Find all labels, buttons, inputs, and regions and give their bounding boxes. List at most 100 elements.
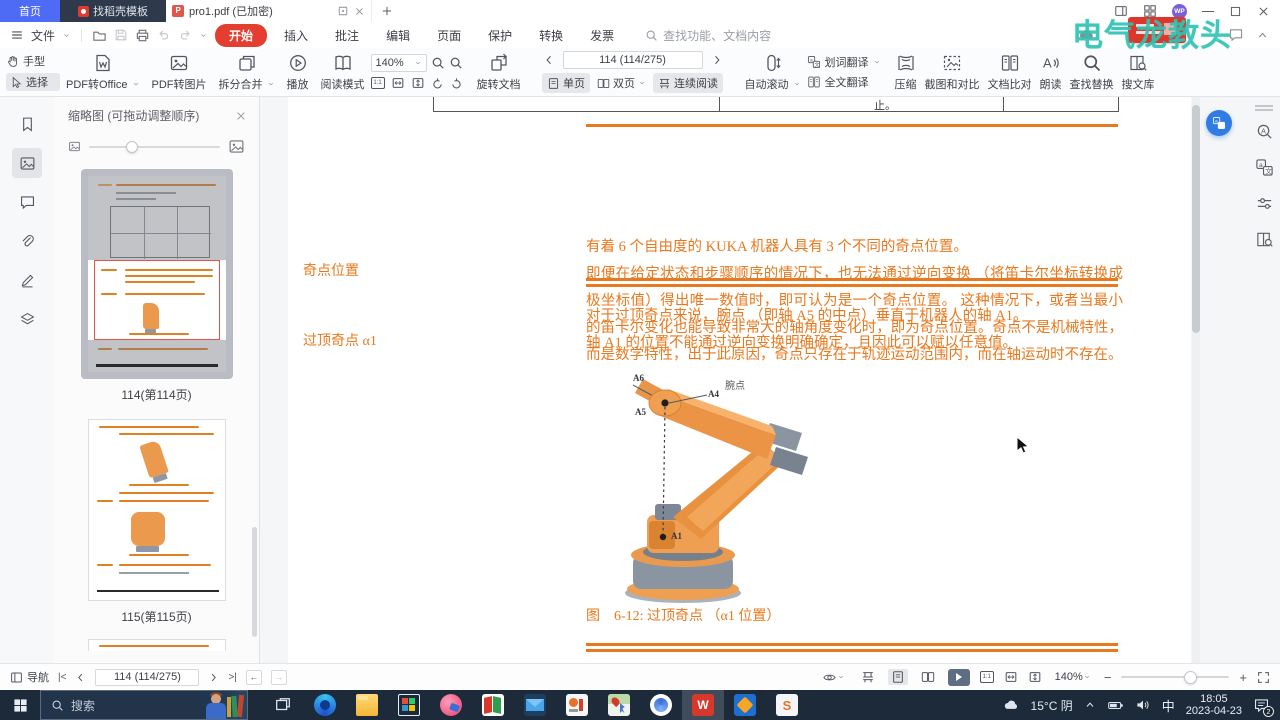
mail-icon[interactable]: [514, 690, 556, 720]
rotate-left-icon[interactable]: [431, 77, 444, 90]
attachment-panel-icon[interactable]: [12, 226, 42, 256]
word-translate-button[interactable]: 划词翻译: [807, 54, 891, 70]
document-viewport[interactable]: 止。 奇点位置 有着 6 个自由度的 KUKA 机器人具有 3 个不同的奇点位置…: [260, 97, 1280, 663]
quickbar-caret-icon[interactable]: [199, 31, 208, 38]
pdf-to-image-button[interactable]: PDF转图片: [146, 53, 213, 92]
thumbnails-panel-icon[interactable]: [12, 148, 42, 178]
microsoft-store-icon[interactable]: [388, 690, 430, 720]
security-app-icon[interactable]: [472, 690, 514, 720]
tab-home[interactable]: 首页: [0, 0, 60, 22]
history-back-button[interactable]: ←: [245, 669, 262, 685]
map-app-icon[interactable]: [598, 690, 640, 720]
menu-tab-protect[interactable]: 保护: [478, 24, 522, 47]
volume-icon[interactable]: [1135, 697, 1151, 713]
document-compare-button[interactable]: 文档比对: [984, 53, 1036, 92]
ime-indicator[interactable]: 中: [1162, 696, 1175, 715]
status-page-input[interactable]: 114 (114/275): [95, 668, 200, 686]
pdf-to-office-button[interactable]: PDF转Office: [60, 53, 146, 92]
eye-protection-button[interactable]: [819, 669, 848, 686]
search-library-icon[interactable]: [1255, 230, 1274, 249]
layers-panel-icon[interactable]: [12, 304, 42, 334]
weather-cloud-icon[interactable]: [1003, 697, 1020, 714]
print-icon[interactable]: [135, 28, 150, 43]
remote-app-icon[interactable]: [724, 690, 766, 720]
status-single-page-icon[interactable]: [887, 669, 908, 685]
presentation-play-button[interactable]: [947, 668, 970, 686]
close-tab-icon[interactable]: [354, 6, 365, 17]
vertical-scrollbar[interactable]: [1192, 97, 1200, 663]
continuous-read-button[interactable]: 连续阅读: [653, 73, 724, 93]
function-search-input[interactable]: 查找功能、文档内容: [645, 27, 771, 44]
split-merge-button[interactable]: 拆分合并: [213, 53, 281, 92]
page-number-input[interactable]: 114 (114/275): [562, 51, 703, 69]
wps-office-icon[interactable]: W: [682, 690, 724, 720]
bookmark-panel-icon[interactable]: [12, 109, 42, 139]
new-tab-button[interactable]: [378, 2, 396, 20]
rotate-right-icon[interactable]: [450, 77, 463, 90]
screenshot-compare-button[interactable]: 截图和对比: [921, 53, 984, 92]
thumbnail-item-114[interactable]: 114(第114页): [54, 169, 259, 403]
search-highlight-image[interactable]: [201, 691, 247, 719]
actual-size-icon[interactable]: 1:1: [370, 77, 385, 89]
status-actual-size-icon[interactable]: 1:1: [979, 671, 994, 683]
task-view-button[interactable]: [262, 690, 304, 720]
full-translate-button[interactable]: 全文翻译: [807, 74, 891, 90]
zoom-minus-button[interactable]: −: [1104, 670, 1112, 685]
pink-app-icon[interactable]: [430, 690, 472, 720]
menu-tab-annotate[interactable]: 批注: [325, 24, 369, 47]
last-page-button[interactable]: >|: [228, 672, 236, 683]
start-button[interactable]: [0, 690, 40, 720]
floating-tool-button[interactable]: [1206, 110, 1232, 136]
read-aloud-button[interactable]: 朗读: [1036, 53, 1066, 92]
double-page-button[interactable]: 双页: [592, 73, 651, 93]
single-page-button[interactable]: 单页: [542, 73, 591, 93]
menu-tab-insert[interactable]: 插入: [274, 24, 318, 47]
comment-list-icon[interactable]: [12, 187, 42, 217]
status-continuous-icon[interactable]: [858, 669, 878, 685]
select-tool-button[interactable]: 选择: [6, 73, 60, 91]
slider-knob[interactable]: [125, 140, 138, 153]
menu-tab-home[interactable]: 开始: [215, 23, 268, 47]
status-fit-width-icon[interactable]: [1004, 670, 1018, 684]
read-mode-button[interactable]: 阅读模式: [315, 53, 371, 92]
find-icon[interactable]: [1255, 122, 1274, 141]
panel-scrollbar-thumb[interactable]: [252, 527, 257, 637]
menu-tab-page[interactable]: 页面: [427, 24, 471, 47]
scrollbar-thumb[interactable]: [1192, 105, 1200, 333]
status-zoom-select[interactable]: 140%: [1052, 670, 1094, 684]
fit-page-icon[interactable]: [411, 76, 425, 90]
zoom-plus-button[interactable]: +: [1239, 670, 1247, 685]
taskbar-search-box[interactable]: 搜索: [40, 690, 248, 720]
action-center-button[interactable]: 2: [1253, 697, 1274, 717]
zoom-level-select[interactable]: 140%: [370, 54, 427, 72]
next-page-icon[interactable]: [711, 54, 723, 66]
zoom-slider-knob[interactable]: [1184, 670, 1198, 684]
rail-drag-handle[interactable]: [1255, 105, 1273, 111]
compress-button[interactable]: 压缩: [891, 53, 921, 92]
zoom-out-icon[interactable]: [431, 56, 445, 70]
battery-icon[interactable]: [1107, 697, 1124, 714]
history-forward-button[interactable]: →: [270, 669, 287, 685]
search-library-button[interactable]: 搜文库: [1118, 53, 1159, 92]
taskbar-clock[interactable]: 18:05 2023-04-23: [1186, 693, 1242, 717]
tab-docer-template[interactable]: 找稻壳模板: [60, 0, 166, 22]
menu-tab-invoice[interactable]: 发票: [580, 24, 624, 47]
redo-icon[interactable]: [178, 28, 192, 42]
edge-browser-icon[interactable]: [304, 690, 346, 720]
tray-expand-icon[interactable]: [1084, 699, 1096, 711]
status-double-page-icon[interactable]: [918, 669, 938, 685]
pin-tab-icon[interactable]: [337, 5, 349, 17]
fit-width-icon[interactable]: [391, 76, 405, 90]
file-explorer-icon[interactable]: [346, 690, 388, 720]
hand-tool-button[interactable]: 手型: [6, 53, 60, 69]
signature-panel-icon[interactable]: [12, 265, 42, 295]
thumbnail-size-slider[interactable]: [54, 124, 259, 155]
rotate-document-button[interactable]: 旋转文档: [471, 53, 527, 92]
prev-page-button[interactable]: [75, 672, 86, 683]
auto-scroll-button[interactable]: 自动滚动: [739, 53, 807, 92]
zoom-in-icon[interactable]: [449, 56, 463, 70]
thumbnail-item-115[interactable]: 115(第115页): [54, 419, 259, 625]
s-app-icon[interactable]: S: [766, 690, 808, 720]
tab-document[interactable]: pro1.pdf (已加密): [166, 0, 372, 22]
translate-icon[interactable]: [1255, 158, 1274, 177]
